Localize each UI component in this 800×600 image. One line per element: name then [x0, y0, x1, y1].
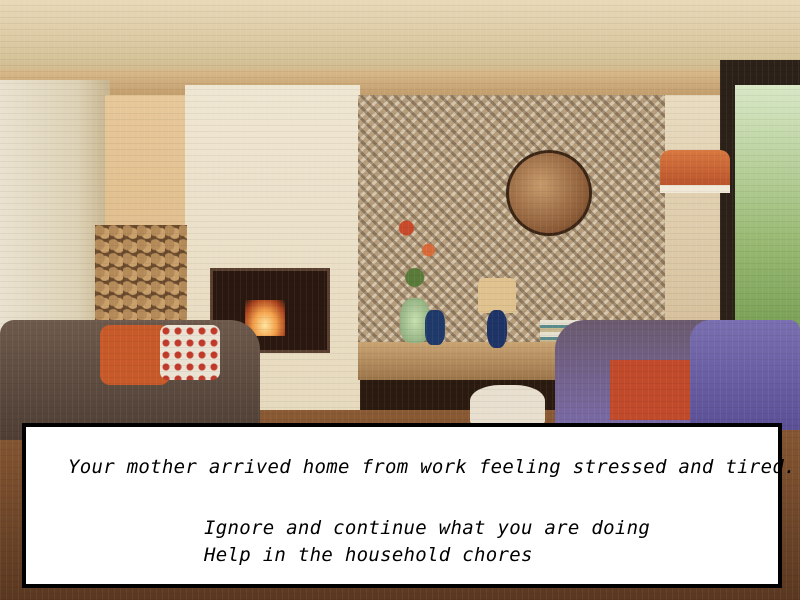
blue-vase [425, 310, 445, 345]
pouf [470, 385, 545, 425]
table-lamp-shade [478, 278, 516, 313]
dialogue-box: Your mother arrived home from work feeli… [22, 423, 796, 588]
choice-list: Ignore and continue what you are doing H… [204, 515, 764, 569]
choice-ignore[interactable]: Ignore and continue what you are doing [204, 515, 764, 542]
choice-help-chores[interactable]: Help in the household chores [204, 542, 764, 569]
round-mirror [506, 150, 592, 236]
floor-lamp-arm [660, 185, 730, 193]
narration-text: Your mother arrived home from work feeli… [68, 456, 796, 478]
flower-arrangement [390, 195, 445, 305]
patterned-pillow [160, 325, 220, 380]
table-lamp-base [487, 310, 507, 348]
floor-lamp-shade [660, 150, 730, 188]
red-blanket [610, 360, 690, 420]
game-scene: Your mother arrived home from work feeli… [0, 0, 800, 600]
firewood-stack [95, 225, 187, 320]
purple-chair [690, 320, 800, 430]
